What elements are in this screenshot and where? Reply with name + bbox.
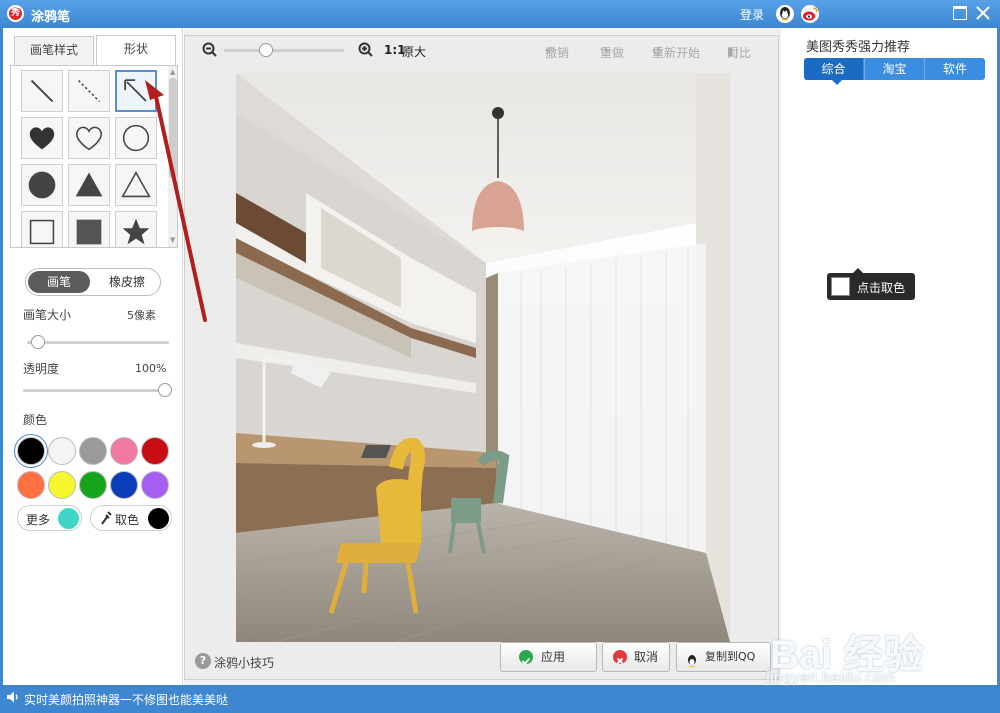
annotation-arrow bbox=[145, 80, 207, 322]
